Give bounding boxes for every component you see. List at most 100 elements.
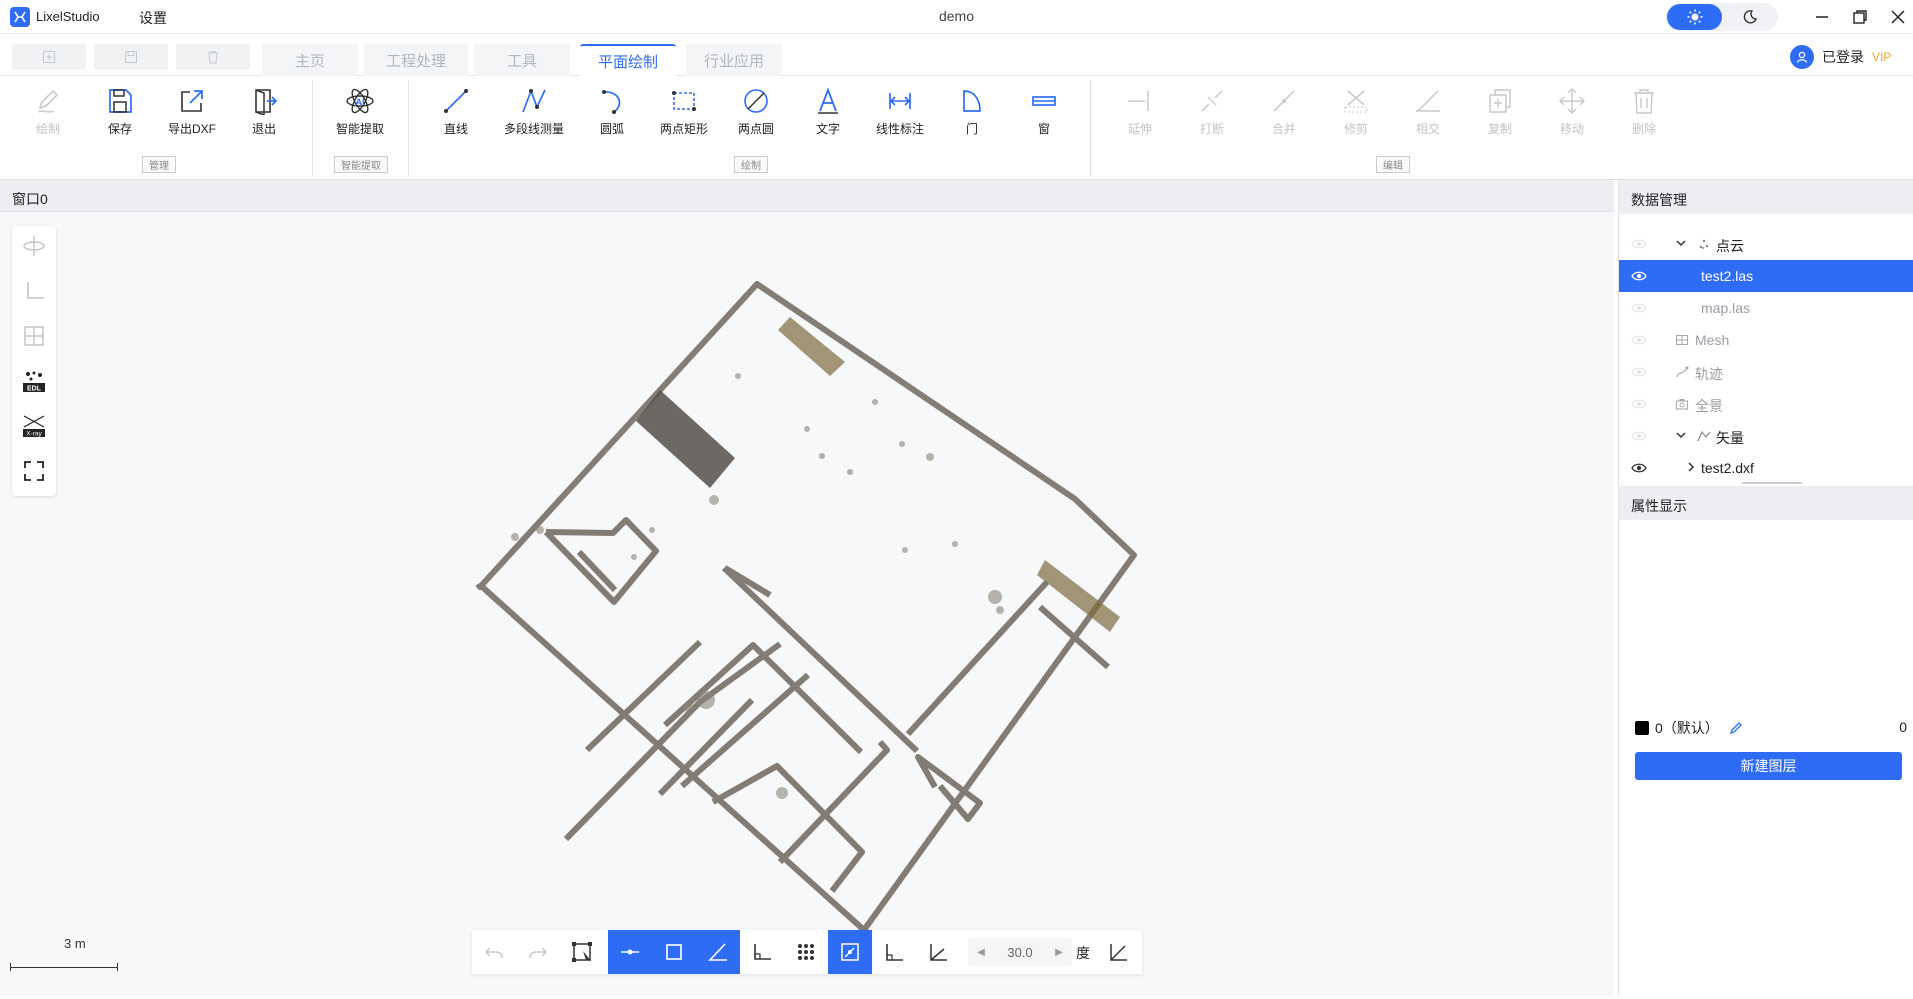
grid-view-button[interactable] [14,316,54,356]
close-button[interactable] [1886,5,1910,29]
select-box-button[interactable] [560,930,604,974]
chevron-down-icon[interactable] [1675,429,1687,441]
axis-view-button[interactable] [14,271,54,311]
window-tool-button[interactable]: 窗 [1014,86,1074,137]
exit-button[interactable]: 退出 [234,86,294,137]
dark-theme-button[interactable] [1724,4,1776,30]
tree-item-panorama[interactable]: 全景 [1619,388,1913,420]
layer-row[interactable]: 0（默认） 0 [1635,718,1907,738]
eye-hidden-icon[interactable] [1631,428,1647,444]
snap-angle-button[interactable] [696,930,740,974]
tree-item-test2-las[interactable]: test2.las [1619,260,1913,292]
eye-visible-icon[interactable] [1631,268,1647,284]
ribbon-toolbar: 绘制 保存 导出DXF 退出 管理 AI 智能提取 智能提取 直线 多段线测量 … [0,76,1913,180]
ortho-button[interactable] [872,930,916,974]
delete-button[interactable]: 删除 [1614,86,1674,137]
tree-item-mesh[interactable]: Mesh [1619,324,1913,356]
eye-hidden-icon[interactable] [1631,300,1647,316]
edit-pencil-icon[interactable] [1729,721,1743,735]
theme-toggle[interactable] [1666,3,1778,31]
move-button[interactable]: 移动 [1542,86,1602,137]
scissors-icon [1344,90,1368,113]
new-file-button[interactable] [12,44,86,70]
angle-increase-button[interactable]: ▶ [1050,938,1068,966]
line-tool-button[interactable]: 直线 [426,86,486,137]
eye-hidden-icon[interactable] [1631,332,1647,348]
intersect-button[interactable]: 相交 [1398,86,1458,137]
tab-tools[interactable]: 工具 [474,44,570,76]
snap-square-button[interactable] [652,930,696,974]
tab-project[interactable]: 工程处理 [364,44,468,76]
copy-button[interactable]: 复制 [1470,86,1530,137]
xray-button[interactable]: X-ray [14,406,54,446]
export-dxf-button[interactable]: 导出DXF [162,86,222,137]
tab-home[interactable]: 主页 [262,44,358,76]
group-label-edit: 编辑 [1376,156,1410,173]
new-layer-button[interactable]: 新建图层 [1635,752,1902,780]
snap-endpoint-button[interactable] [608,930,652,974]
save-file-button[interactable] [94,44,168,70]
polyline-measure-button[interactable]: 多段线测量 [504,86,564,137]
linear-dimension-button[interactable]: 线性标注 [870,86,930,137]
delete-file-button[interactable] [176,44,250,70]
door-tool-button[interactable]: 门 [942,86,1002,137]
dot-grid-icon [798,944,814,960]
svg-text:X-ray: X-ray [26,431,42,438]
arc-tool-button[interactable]: 圆弧 [582,86,642,137]
restore-icon [1853,10,1867,24]
tab-bar: 主页 工程处理 工具 平面绘制 行业应用 已登录 VIP [0,34,1913,76]
edl-button[interactable]: EDL [14,361,54,401]
settings-menu[interactable]: 设置 [139,8,167,28]
eye-hidden-icon[interactable] [1631,396,1647,412]
break-button[interactable]: 打断 [1182,86,1242,137]
draw-button[interactable]: 绘制 [18,86,78,137]
two-point-rect-button[interactable]: 两点矩形 [654,86,714,137]
angle-input[interactable] [994,942,1046,962]
tab-plan-drawing[interactable]: 平面绘制 [580,44,676,76]
chevron-down-icon[interactable] [1675,237,1687,249]
rectangle-icon [672,91,696,111]
redo-button[interactable] [516,930,560,974]
3d-viewport[interactable]: EDL X-ray 3 m ◀ 30.0 ▶ 度 [0,212,1614,996]
two-point-circle-button[interactable]: 两点圆 [726,86,786,137]
text-tool-button[interactable]: 文字 [798,86,858,137]
snap-grid-button[interactable] [784,930,828,974]
angle-stepper[interactable]: ◀ ▶ [968,938,1072,966]
tree-item-trajectory[interactable]: 轨迹 [1619,356,1913,388]
tree-item-point-cloud[interactable]: 点云 [1619,228,1913,260]
break-icon [1201,90,1223,112]
polar-angle-icon [930,944,947,961]
intersect-icon [1416,90,1440,112]
chevron-right-icon[interactable] [1685,461,1697,473]
orbit-view-button[interactable] [14,226,54,266]
eye-hidden-icon[interactable] [1631,236,1647,252]
eye-hidden-icon[interactable] [1631,364,1647,380]
undo-icon [484,947,503,959]
angle-decrease-button[interactable]: ◀ [972,938,990,966]
undo-button[interactable] [472,930,516,974]
user-account[interactable]: 已登录 VIP [1790,44,1891,70]
coordinate-button[interactable] [1096,930,1140,974]
eye-visible-icon[interactable] [1631,460,1647,476]
polar-button[interactable] [916,930,960,974]
tab-industry[interactable]: 行业应用 [686,44,782,76]
merge-button[interactable]: 合并 [1254,86,1314,137]
restore-button[interactable] [1848,5,1872,29]
tree-item-test2-dxf[interactable]: test2.dxf [1619,452,1913,484]
light-theme-button[interactable] [1667,4,1722,30]
extend-button[interactable]: 延伸 [1110,86,1170,137]
snap-perpendicular-button[interactable] [740,930,784,974]
dimension-icon [889,93,911,109]
snap-point-cloud-button[interactable] [828,930,872,974]
save-button[interactable]: 保存 [90,86,150,137]
panel-resize-handle[interactable] [1742,482,1802,484]
minimize-button[interactable] [1810,5,1834,29]
fullscreen-button[interactable] [14,451,54,491]
trim-button[interactable]: 修剪 [1326,86,1386,137]
tree-item-map-las[interactable]: map.las [1619,292,1913,324]
tree-item-vector[interactable]: 矢量 [1619,420,1913,452]
save-icon [109,89,132,113]
group-divider [408,80,409,176]
layer-color-swatch[interactable] [1635,721,1649,735]
smart-extract-button[interactable]: AI 智能提取 [330,86,390,137]
